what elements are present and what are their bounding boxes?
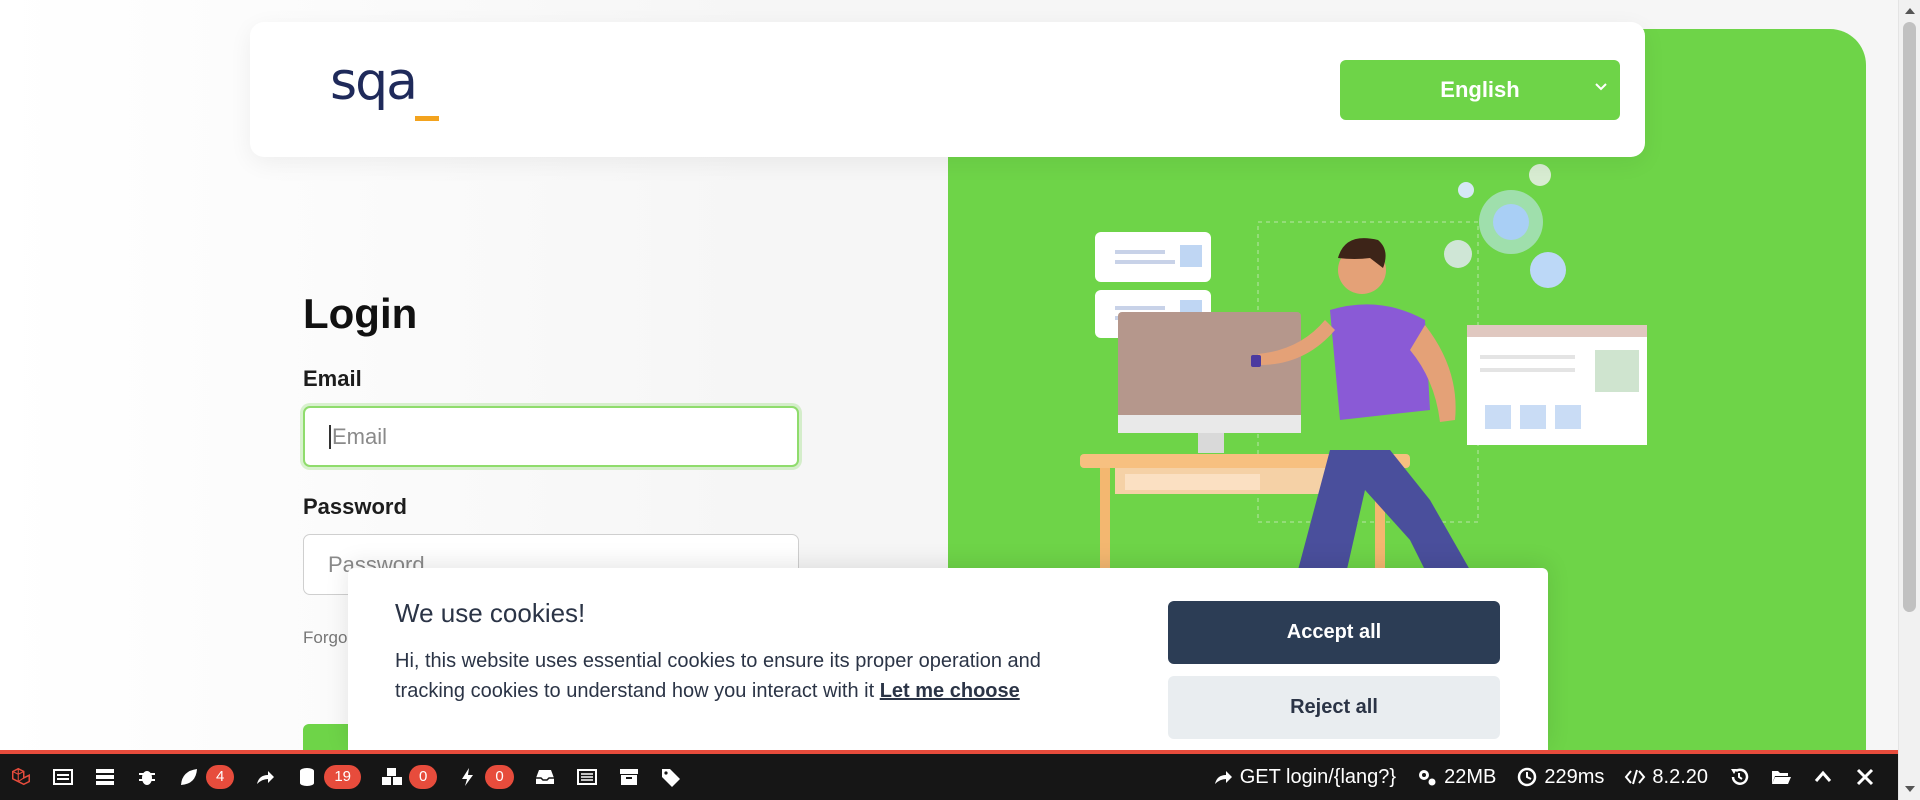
share-icon [257, 771, 275, 784]
bug-icon [139, 771, 155, 785]
folder-open-icon [1772, 771, 1791, 784]
scroll-up-icon[interactable] [1905, 8, 1915, 14]
email-label: Email [303, 366, 362, 391]
language-selected-value: English [1440, 77, 1520, 102]
reject-all-button[interactable]: Reject all [1168, 676, 1500, 739]
sqa-logo[interactable]: sqa [330, 50, 450, 121]
laravel-logo[interactable] [0, 754, 42, 800]
exceptions-tab[interactable] [126, 754, 168, 800]
leaf-icon [181, 769, 197, 785]
let-me-choose-link[interactable]: Let me choose [880, 680, 1020, 702]
text-caret [329, 424, 331, 449]
scrollbar-thumb[interactable] [1903, 22, 1916, 612]
cubes-icon [382, 768, 403, 785]
archive-icon [619, 769, 638, 785]
cogs-icon [1419, 770, 1436, 786]
logo-text: sqa [330, 52, 418, 112]
session-tab[interactable] [608, 754, 650, 800]
debug-bar: 4 19 0 0 GET login/{lang?} 22MB 229ms 8.… [0, 750, 1898, 800]
route-info[interactable]: GET login/{lang?} [1202, 754, 1406, 800]
close-button[interactable] [1844, 754, 1886, 800]
vertical-scrollbar[interactable] [1898, 0, 1920, 800]
mails-tab[interactable] [524, 754, 566, 800]
history-button[interactable] [1718, 754, 1760, 800]
chevron-up-icon [1814, 770, 1832, 782]
php-version-text: 8.2.20 [1652, 765, 1708, 788]
hero-illustration [1080, 164, 1647, 600]
timeline-tab[interactable] [84, 754, 126, 800]
tasks-icon [96, 769, 114, 785]
code-icon [1625, 769, 1646, 785]
cookie-banner: We use cookies! Hi, this website uses es… [348, 568, 1548, 750]
email-field[interactable]: Email [303, 406, 799, 467]
language-select[interactable]: English [1340, 60, 1620, 120]
cookie-title: We use cookies! [395, 598, 586, 628]
time-text: 229ms [1544, 765, 1605, 788]
debug-bar-right: GET login/{lang?} 22MB 229ms 8.2.20 [1202, 754, 1886, 800]
route-text: GET login/{lang?} [1239, 765, 1397, 788]
list-alt-icon [576, 769, 597, 785]
queries-count-badge: 19 [324, 765, 362, 789]
email-placeholder: Email [332, 423, 388, 449]
header-card: sqa English [250, 22, 1645, 157]
accept-all-button[interactable]: Accept all [1168, 601, 1500, 664]
open-button[interactable] [1760, 754, 1802, 800]
route-tab[interactable] [244, 754, 286, 800]
share-icon [1214, 771, 1232, 784]
history-icon [1731, 768, 1749, 785]
database-icon [300, 768, 315, 786]
models-tab[interactable]: 0 [371, 754, 447, 800]
queries-tab[interactable]: 19 [286, 754, 371, 800]
logo-underscore [415, 116, 439, 121]
forgot-password-link[interactable]: Forgo [303, 628, 347, 648]
request-tab[interactable] [566, 754, 608, 800]
tags-tab[interactable] [650, 754, 692, 800]
clock-icon [1518, 767, 1537, 787]
chevron-down-icon [1595, 83, 1607, 91]
php-version-info[interactable]: 8.2.20 [1614, 754, 1718, 800]
memory-info[interactable]: 22MB [1406, 754, 1506, 800]
cookie-text: Hi, this website uses essential cookies … [395, 646, 1085, 706]
tags-icon [661, 769, 680, 787]
close-icon [1856, 768, 1874, 786]
events-count-badge: 0 [485, 765, 514, 789]
models-count-badge: 0 [409, 765, 438, 789]
list-icon [53, 769, 73, 785]
password-label: Password [303, 494, 407, 519]
memory-text: 22MB [1444, 765, 1497, 788]
messages-count-badge: 4 [206, 765, 235, 789]
views-tab[interactable]: 4 [168, 754, 244, 800]
messages-tab[interactable] [42, 754, 84, 800]
inbox-icon [535, 770, 554, 784]
laravel-icon [12, 767, 30, 786]
login-title: Login [303, 290, 418, 337]
time-info[interactable]: 229ms [1506, 754, 1614, 800]
events-tab[interactable]: 0 [447, 754, 523, 800]
bolt-icon [462, 768, 474, 786]
scroll-down-icon[interactable] [1905, 786, 1915, 792]
maximize-button[interactable] [1802, 754, 1844, 800]
